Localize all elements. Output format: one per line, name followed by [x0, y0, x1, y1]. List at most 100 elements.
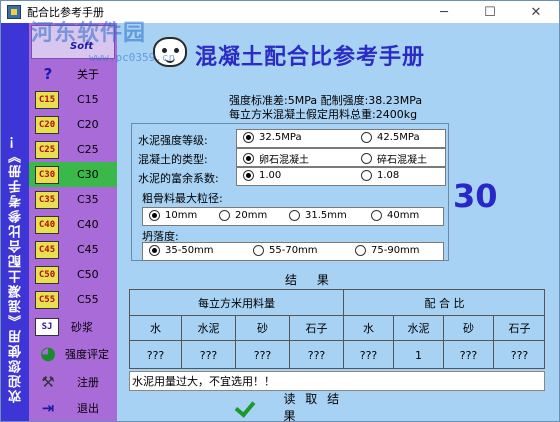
radio-unselected[interactable]	[289, 210, 300, 221]
rich-coef-option-1-08[interactable]: 1.08	[361, 170, 399, 181]
grade-c55-icon: C55	[35, 290, 59, 309]
group-header-ratio: 配 合 比	[344, 290, 545, 316]
col-header: 砂	[236, 316, 290, 341]
result-value: ???	[290, 341, 344, 369]
menu-item-c30[interactable]: C30 C30	[29, 162, 117, 187]
aggregate-option-31-5mm[interactable]: 31.5mm	[289, 210, 347, 221]
col-header: 水泥	[394, 316, 444, 341]
menu-label: C35	[77, 193, 99, 206]
option-label: 75-90mm	[371, 245, 420, 256]
radio-unselected[interactable]	[355, 245, 366, 256]
menu-item-c45[interactable]: C45 C45	[29, 237, 117, 262]
cement-grade-option-42-5[interactable]: 42.5MPa	[361, 132, 420, 143]
read-result-button[interactable]: 读 取 结 果	[237, 392, 357, 421]
menu-label: 砂浆	[71, 320, 93, 334]
main-panel: 混凝土配合比参考手册 强度标准差:5MPa 配制强度:38.23MPa 每立方米…	[117, 23, 559, 421]
menu-label: C30	[77, 168, 99, 181]
option-label: 32.5MPa	[259, 132, 302, 143]
menu-label: C55	[77, 293, 99, 306]
concrete-type-label: 混凝土的类型:	[138, 153, 208, 166]
menu-label: C25	[77, 143, 99, 156]
cement-grade-option-32-5[interactable]: 32.5MPa	[243, 132, 302, 143]
option-label: 20mm	[235, 210, 268, 221]
result-title: 结 果	[285, 273, 337, 287]
menu-item-c50[interactable]: C50 C50	[29, 262, 117, 287]
rich-coef-label: 水泥的富余系数:	[138, 172, 219, 185]
app-icon	[7, 5, 21, 19]
option-label: 42.5MPa	[377, 132, 420, 143]
grade-c45-icon: C45	[35, 240, 59, 259]
exit-icon: ⇥	[41, 398, 55, 417]
radio-selected[interactable]	[149, 245, 160, 256]
menu-item-c55[interactable]: C55 C55	[29, 287, 117, 312]
aggregate-option-40mm[interactable]: 40mm	[371, 210, 419, 221]
radio-selected[interactable]	[243, 170, 254, 181]
option-label: 31.5mm	[305, 210, 347, 221]
slump-option-35-50[interactable]: 35-50mm	[149, 245, 214, 256]
aggregate-option-10mm[interactable]: 10mm	[149, 210, 197, 221]
menu-item-strength-eval[interactable]: ◕ 强度评定	[29, 341, 117, 366]
close-button[interactable]: ✕	[513, 1, 559, 23]
menu-item-c20[interactable]: C20 C20	[29, 112, 117, 137]
menu-label: C40	[77, 218, 99, 231]
rich-coef-group: 1.00 1.08	[236, 167, 446, 186]
menu-label: C45	[77, 243, 99, 256]
result-value: ???	[182, 341, 236, 369]
menu-label: C15	[77, 93, 99, 106]
menu-item-c40[interactable]: C40 C40	[29, 212, 117, 237]
result-value: ???	[510, 348, 529, 362]
grade-c20-icon: C20	[35, 115, 59, 134]
option-label: 碎石混凝土	[377, 155, 427, 166]
slump-option-55-70[interactable]: 55-70mm	[253, 245, 318, 256]
option-label: 10mm	[165, 210, 198, 221]
option-label: 卵石混凝土	[259, 155, 309, 166]
concrete-type-option-pebble[interactable]: 卵石混凝土	[243, 151, 309, 166]
banner-text: 欢迎您使用《混凝土配合比参考手册》！	[9, 133, 24, 403]
tools-icon: ⚒	[41, 372, 55, 391]
radio-selected[interactable]	[243, 132, 254, 143]
menu-item-c35[interactable]: C35 C35	[29, 187, 117, 212]
concrete-type-group: 卵石混凝土 碎石混凝土	[236, 148, 446, 167]
watermark-text: 河东软件园	[31, 21, 147, 46]
radio-selected[interactable]	[243, 153, 254, 164]
result-value: ???	[236, 341, 290, 369]
radio-unselected[interactable]	[219, 210, 230, 221]
rich-coef-option-1-00[interactable]: 1.00	[243, 170, 281, 181]
radio-unselected[interactable]	[361, 170, 372, 181]
menu-label: 注册	[77, 375, 99, 389]
checkmark-icon	[237, 398, 253, 416]
menu-item-c25[interactable]: C25 C25	[29, 137, 117, 162]
result-value: ???	[344, 341, 394, 369]
cement-grade-label: 水泥强度等级:	[138, 134, 208, 147]
menu-item-mortar[interactable]: SJ 砂浆	[29, 314, 117, 339]
col-header: 水	[130, 316, 182, 341]
assumed-weight-text: 每立方米混凝土假定用料总重:2400kg	[229, 108, 418, 121]
grade-display: 30	[453, 177, 498, 215]
maximize-button[interactable]: ☐	[467, 1, 513, 23]
result-value: ???	[444, 341, 494, 369]
col-header: 水	[344, 316, 394, 341]
radio-selected[interactable]	[149, 210, 160, 221]
radio-unselected[interactable]	[371, 210, 382, 221]
menu-item-c15[interactable]: C15 C15	[29, 87, 117, 112]
radio-unselected[interactable]	[361, 132, 372, 143]
menu-label: C50	[77, 268, 99, 281]
minimize-button[interactable]: ─	[421, 1, 467, 23]
slump-group: 35-50mm 55-70mm 75-90mm	[142, 242, 444, 261]
slump-option-75-90[interactable]: 75-90mm	[355, 245, 420, 256]
col-header: 水泥	[182, 316, 236, 341]
menu-item-register[interactable]: ⚒ 注册	[29, 369, 117, 394]
help-icon: ?	[43, 64, 53, 83]
aggregate-option-20mm[interactable]: 20mm	[219, 210, 267, 221]
menu-item-about[interactable]: ? 关于	[29, 61, 117, 86]
menu-item-exit[interactable]: ⇥ 退出	[29, 395, 117, 420]
option-label: 55-70mm	[269, 245, 318, 256]
aggregate-size-group: 10mm 20mm 31.5mm 40mm	[142, 207, 444, 226]
radio-unselected[interactable]	[253, 245, 264, 256]
watermark-url: www.pc0359.cn	[89, 51, 176, 64]
concrete-type-option-gravel[interactable]: 碎石混凝土	[361, 151, 427, 166]
pie-chart-icon: ◕	[40, 343, 56, 364]
radio-unselected[interactable]	[361, 153, 372, 164]
col-header: 石子	[290, 316, 344, 341]
parameters-panel: 水泥强度等级: 32.5MPa 42.5MPa 混凝土的类型: 卵石混凝土 碎石…	[131, 123, 449, 261]
